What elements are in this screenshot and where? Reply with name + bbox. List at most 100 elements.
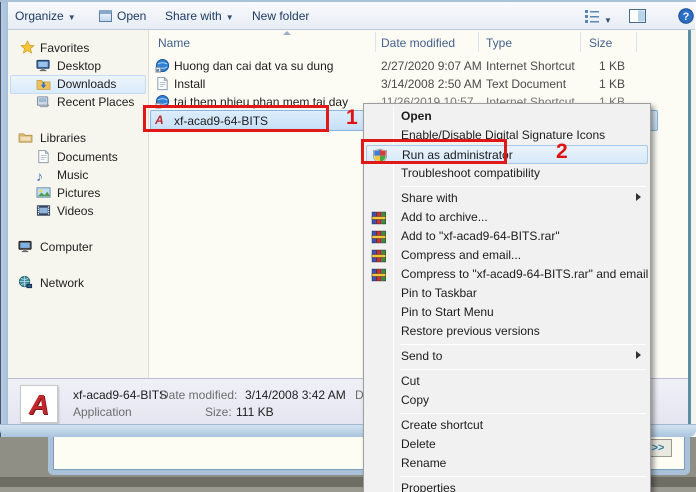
new-folder-button[interactable]: New folder: [252, 8, 309, 25]
file-row[interactable]: Huong dan cai dat va su dung 2/27/2020 9…: [0, 57, 688, 75]
submenu-arrow-icon: [636, 351, 641, 359]
share-with-button[interactable]: Share with▼: [165, 8, 234, 25]
column-divider[interactable]: [636, 32, 637, 52]
picture-icon: [36, 185, 51, 200]
menu-label: Open: [401, 107, 432, 126]
menu-item-add-to-named-rar[interactable]: Add to "xf-acad9-64-BITS.rar": [366, 227, 648, 246]
menu-item-delete[interactable]: Delete: [366, 435, 648, 454]
file-size: 1 KB: [580, 75, 625, 93]
help-button[interactable]: ?: [678, 8, 694, 25]
annotation-number-2: 2: [556, 140, 568, 164]
menu-separator: [400, 476, 646, 477]
chevron-down-icon: ▼: [68, 13, 76, 22]
menu-item-pin-to-start-menu[interactable]: Pin to Start Menu: [366, 303, 648, 322]
organize-label: Organize: [15, 9, 64, 23]
file-name: Install: [174, 75, 205, 93]
menu-item-create-shortcut[interactable]: Create shortcut: [366, 416, 648, 435]
menu-item-cut[interactable]: Cut: [366, 372, 648, 391]
new-folder-label: New folder: [252, 9, 309, 23]
internet-shortcut-icon: [155, 58, 170, 73]
menu-item-troubleshoot-compatibility[interactable]: Troubleshoot compatibility: [366, 164, 648, 183]
chevron-down-icon: ▼: [226, 13, 234, 22]
menu-item-compress-to-named-rar-and-email[interactable]: Compress to "xf-acad9-64-BITS.rar" and e…: [366, 265, 648, 284]
text-file-icon: [155, 76, 170, 91]
menu-item-properties[interactable]: Properties: [366, 479, 648, 492]
menu-item-restore-previous-versions[interactable]: Restore previous versions: [366, 322, 648, 341]
menu-label: Copy: [401, 391, 429, 410]
menu-separator: [400, 186, 646, 187]
menu-separator: [400, 369, 646, 370]
preview-pane-icon: [629, 9, 646, 23]
menu-label: Compress and email...: [401, 246, 521, 265]
menu-label: Restore previous versions: [401, 322, 540, 341]
computer-icon: [18, 239, 33, 254]
column-header-type[interactable]: Type: [486, 36, 512, 50]
file-row[interactable]: Install 3/14/2008 2:50 AM Text Document …: [0, 75, 688, 93]
winrar-icon: [371, 267, 387, 283]
column-divider[interactable]: [478, 32, 479, 52]
film-icon: [36, 203, 51, 218]
submenu-arrow-icon: [636, 193, 641, 201]
menu-label: Cut: [401, 372, 420, 391]
menu-label: Share with: [401, 189, 458, 208]
menu-item-copy[interactable]: Copy: [366, 391, 648, 410]
chevron-down-icon: ▼: [604, 16, 612, 25]
music-note-icon: ♪: [36, 167, 51, 182]
menu-separator: [400, 344, 646, 345]
menu-item-share-with[interactable]: Share with: [366, 189, 648, 208]
file-size: 1 KB: [580, 57, 625, 75]
menu-item-open[interactable]: Open: [366, 107, 648, 126]
winrar-icon: [371, 210, 387, 226]
list-view-icon: [584, 9, 600, 23]
window-frame-left: [0, 0, 8, 437]
menu-label: Compress to "xf-acad9-64-BITS.rar" and e…: [401, 265, 648, 284]
sidebar-item-label: Music: [57, 166, 88, 184]
file-date: 2/27/2020 9:07 AM: [381, 57, 482, 75]
sidebar-item-label: Computer: [40, 238, 93, 256]
sort-ascending-icon: [283, 31, 291, 35]
menu-label: Pin to Start Menu: [401, 303, 494, 322]
window-frame-right-sliver: [691, 30, 696, 425]
menu-item-add-to-archive[interactable]: Add to archive...: [366, 208, 648, 227]
menu-label: Properties: [401, 479, 456, 492]
file-type: Text Document: [486, 75, 566, 93]
column-divider[interactable]: [375, 32, 376, 52]
open-button[interactable]: Open: [99, 8, 146, 25]
svg-text:?: ?: [683, 11, 690, 23]
menu-label: Add to archive...: [401, 208, 488, 227]
menu-item-compress-and-email[interactable]: Compress and email...: [366, 246, 648, 265]
autocad-letter: A: [29, 389, 49, 420]
sidebar-item-label: Pictures: [57, 184, 100, 202]
help-icon: ?: [678, 8, 694, 24]
change-view-button[interactable]: ▼: [584, 9, 612, 26]
menu-label: Send to: [401, 347, 442, 366]
menu-label: Add to "xf-acad9-64-BITS.rar": [401, 227, 560, 246]
sidebar-item-label: Libraries: [40, 129, 86, 147]
menu-label: Pin to Taskbar: [401, 284, 477, 303]
menu-item-rename[interactable]: Rename: [366, 454, 648, 473]
command-bar: Organize ▼ Open Share with▼ New folder ▼: [1, 2, 695, 30]
details-date-label: Date modified:: [160, 388, 237, 402]
sidebar-item-label: Network: [40, 274, 84, 292]
sidebar-item-label: Favorites: [40, 39, 89, 57]
details-file-type: Application: [73, 405, 132, 419]
annotation-box-2: [361, 139, 507, 164]
column-header-date-modified[interactable]: Date modified: [381, 36, 455, 50]
column-header-size[interactable]: Size: [589, 36, 612, 50]
column-divider[interactable]: [580, 32, 581, 52]
winrar-icon: [371, 248, 387, 264]
open-label: Open: [117, 9, 146, 23]
file-type: Internet Shortcut: [486, 57, 575, 75]
preview-pane-button[interactable]: [629, 9, 646, 26]
details-file-name: xf-acad9-64-BITS: [73, 388, 167, 402]
menu-item-pin-to-taskbar[interactable]: Pin to Taskbar: [366, 284, 648, 303]
menu-separator: [400, 413, 646, 414]
organize-button[interactable]: Organize ▼: [15, 8, 76, 25]
menu-label: Create shortcut: [401, 416, 483, 435]
window-frame-top: [0, 0, 696, 2]
details-size-label: Size:: [205, 405, 232, 419]
menu-item-send-to[interactable]: Send to: [366, 347, 648, 366]
screenshot-root: >> Organize▼ Open Share with▼ New folder…: [0, 0, 696, 492]
winrar-icon: [371, 229, 387, 245]
column-header-name[interactable]: Name: [158, 36, 190, 50]
